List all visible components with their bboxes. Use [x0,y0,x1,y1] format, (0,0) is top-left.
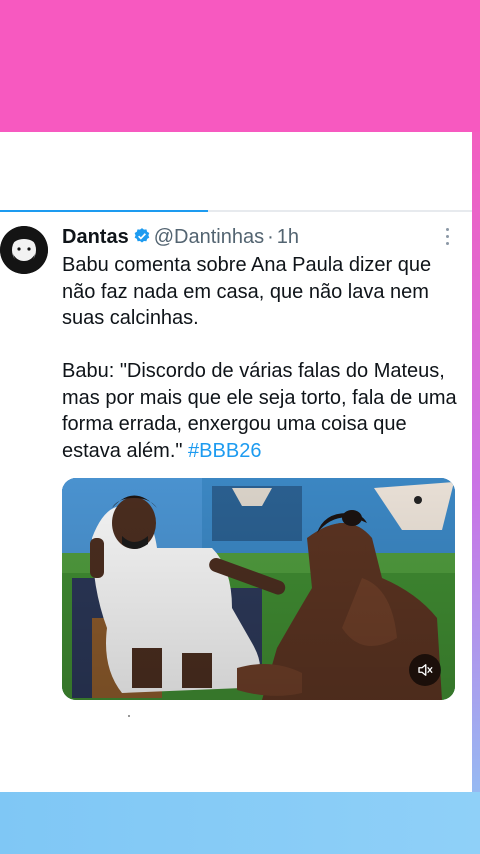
hashtag-link[interactable]: #BBB26 [188,440,261,462]
more-vertical-icon[interactable] [444,228,450,248]
timestamp[interactable]: 1h [277,226,299,248]
separator-dot: · [267,226,274,248]
story-progress-track [0,210,472,212]
video-media[interactable] [62,478,455,700]
gradient-side-strip [472,132,480,792]
tweet-body: Babu comenta sobre Ana Paula dizer que n… [62,254,457,462]
decorative-dot [128,715,130,717]
tweet-header: Dantas @Dantinhas · 1h [62,222,452,252]
author-name[interactable]: Dantas [62,226,129,248]
avatar[interactable] [0,226,48,274]
avatar-illustration [0,226,48,274]
background-bottom [0,792,480,854]
background-top [0,0,480,132]
mute-button[interactable] [409,654,441,686]
video-frame [62,478,455,700]
volume-muted-icon [418,664,433,676]
story-progress-fill [0,210,208,212]
tweet-card: Dantas @Dantinhas · 1h Babu comenta sobre A… [0,132,472,792]
author-handle[interactable]: @Dantinhas [154,226,264,248]
verified-badge-icon [133,224,151,254]
tweet-text: Babu comenta sobre Ana Paula dizer que n… [62,252,462,464]
